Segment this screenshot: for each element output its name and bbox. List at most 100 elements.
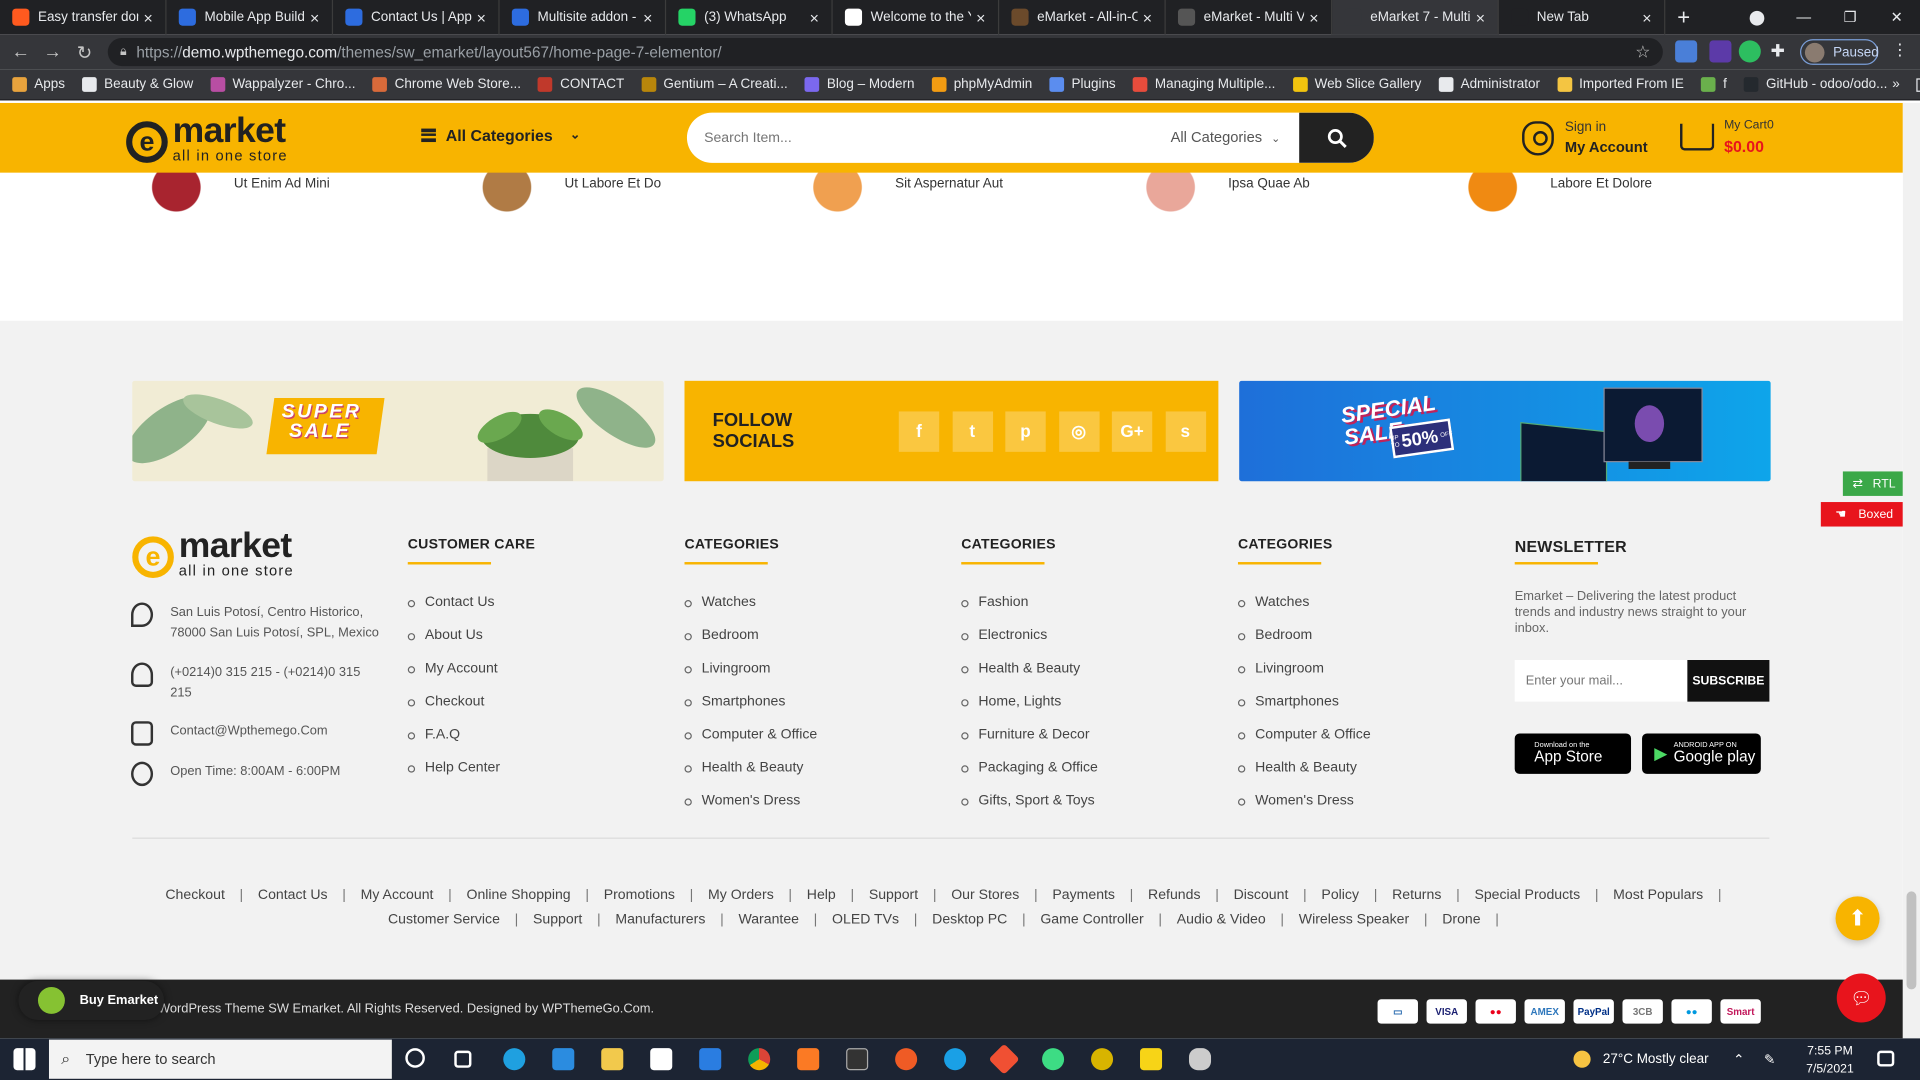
search-button[interactable] (1299, 112, 1374, 163)
taskbar-clock[interactable]: 7:55 PM 7/5/2021 (1806, 1043, 1854, 1079)
browser-tab[interactable]: Easy transfer doma× (0, 0, 167, 35)
footer-bottom-link[interactable]: Checkout (165, 888, 225, 903)
new-tab-button[interactable]: + (1665, 4, 1702, 30)
footer-bottom-link[interactable]: Desktop PC (932, 912, 1007, 927)
bookmarks-overflow-icon[interactable]: » (1892, 77, 1900, 92)
browser-tab[interactable]: Mobile App Builder× (167, 0, 334, 35)
profile-icon[interactable]: ⬤ (1734, 9, 1781, 26)
bookmark-item[interactable]: GitHub - odoo/odo... (1743, 77, 1887, 92)
footer-link[interactable]: Health & Beauty (1238, 760, 1371, 793)
footer-logo[interactable]: e market all in one store (132, 528, 294, 578)
search-category-select[interactable]: All Categories ⌄ (1171, 129, 1281, 146)
restore-button[interactable]: ❐ (1827, 9, 1874, 26)
footer-bottom-link[interactable]: Audio & Video (1177, 912, 1266, 927)
footer-link[interactable]: Livingroom (1238, 661, 1371, 694)
close-window-button[interactable]: ✕ (1873, 9, 1920, 26)
footer-link[interactable]: Livingroom (684, 661, 817, 694)
footer-link[interactable]: Packaging & Office (961, 760, 1098, 793)
footer-bottom-link[interactable]: Most Populars (1613, 888, 1703, 903)
account-link[interactable]: Sign in My Account (1522, 120, 1648, 156)
all-categories-menu[interactable]: All Categories ⌄ (421, 126, 580, 144)
newsletter-email-input[interactable] (1514, 660, 1688, 702)
footer-bottom-link[interactable]: Contact Us (258, 888, 328, 903)
boxed-toggle[interactable]: ☚ Boxed (1820, 502, 1903, 527)
filezilla-icon[interactable] (944, 1048, 967, 1071)
windows-start-icon[interactable] (13, 1048, 36, 1071)
footer-link[interactable]: Checkout (408, 694, 500, 727)
product-name[interactable]: Ut Enim Ad Mini (234, 176, 330, 191)
footer-bottom-link[interactable]: Promotions (604, 888, 675, 903)
footer-bottom-link[interactable]: Online Shopping (467, 888, 571, 903)
social-icon[interactable]: s (1165, 410, 1206, 452)
file-explorer-icon[interactable] (601, 1048, 624, 1071)
weather-text[interactable]: 27°C Mostly clear (1603, 1052, 1709, 1067)
tab-close-icon[interactable]: × (971, 8, 991, 26)
reload-icon[interactable]: ↻ (69, 41, 101, 63)
product-name[interactable]: Sit Aspernatur Aut (895, 176, 1003, 191)
menu-kebab-icon[interactable]: ⋮ (1892, 40, 1914, 62)
tab-close-icon[interactable]: × (138, 8, 158, 26)
footer-link[interactable]: Bedroom (1238, 628, 1371, 661)
footer-bottom-link[interactable]: OLED TVs (832, 912, 899, 927)
bookmark-item[interactable]: Wappalyzer - Chro... (210, 77, 355, 92)
bookmark-item[interactable]: Administrator (1438, 77, 1540, 92)
bookmark-item[interactable]: Plugins (1049, 77, 1116, 92)
profile-paused-button[interactable]: Paused (1800, 39, 1879, 65)
chrome-icon[interactable] (748, 1048, 771, 1071)
bookmark-item[interactable]: Imported From IE (1557, 77, 1684, 92)
footer-bottom-link[interactable]: Support (533, 912, 582, 927)
bookmark-item[interactable]: phpMyAdmin (931, 77, 1032, 92)
scrollbar-thumb[interactable] (1906, 891, 1917, 990)
browser-tab[interactable]: Multisite addon - A × (500, 0, 667, 35)
edge-icon[interactable] (503, 1048, 526, 1071)
footer-bottom-link[interactable]: Refunds (1148, 888, 1200, 903)
super-sale-banner[interactable]: SUPER SALE (132, 380, 664, 482)
footer-link[interactable]: Furniture & Decor (961, 727, 1098, 760)
social-icon[interactable]: ◎ (1058, 410, 1099, 452)
footer-link[interactable]: Help Center (408, 760, 500, 793)
bookmark-item[interactable]: Gentium – A Creati... (641, 77, 788, 92)
tab-close-icon[interactable]: × (1138, 8, 1158, 26)
tab-close-icon[interactable]: × (471, 8, 491, 26)
footer-bottom-link[interactable]: Our Stores (951, 888, 1019, 903)
footer-link[interactable]: Contact Us (408, 595, 500, 628)
rtl-toggle[interactable]: ⇄ RTL (1842, 471, 1903, 496)
footer-link[interactable]: Fashion (961, 595, 1098, 628)
social-icon[interactable]: t (952, 410, 993, 452)
footer-bottom-link[interactable]: Wireless Speaker (1299, 912, 1409, 927)
footer-bottom-link[interactable]: Drone (1442, 912, 1480, 927)
page-scrollbar[interactable] (1902, 102, 1920, 1039)
bookmark-item[interactable]: Managing Multiple... (1132, 77, 1275, 92)
tab-close-icon[interactable]: × (804, 8, 824, 26)
minimize-button[interactable]: — (1780, 9, 1827, 26)
extensions-puzzle-icon[interactable]: ✚ (1771, 40, 1793, 62)
tab-close-icon[interactable]: × (1637, 8, 1657, 26)
footer-bottom-link[interactable]: Manufacturers (615, 912, 705, 927)
subscribe-button[interactable]: SUBSCRIBE (1687, 660, 1770, 702)
footer-link[interactable]: Women's Dress (1238, 793, 1371, 826)
social-icon[interactable]: f (898, 410, 940, 452)
footer-link[interactable]: Computer & Office (1238, 727, 1371, 760)
bookmark-item[interactable]: Blog – Modern (804, 77, 915, 92)
special-sale-banner[interactable]: SPECIAL SALE UP TO 50% OFF (1239, 380, 1771, 482)
browser-tab[interactable]: eMarket 7 - Multi V× (1332, 0, 1499, 35)
footer-link[interactable]: Smartphones (684, 694, 817, 727)
back-to-top-button[interactable]: ⬆ (1835, 896, 1880, 941)
email-text[interactable]: Contact@Wpthemego.Com (170, 721, 327, 742)
footer-link[interactable]: Gifts, Sport & Toys (961, 793, 1098, 826)
footer-link[interactable]: My Account (408, 661, 500, 694)
social-icon[interactable]: G+ (1111, 410, 1153, 452)
search-input[interactable] (704, 112, 1145, 163)
footer-link[interactable]: Women's Dress (684, 793, 817, 826)
footer-bottom-link[interactable]: Help (807, 888, 836, 903)
extension-badge-icon[interactable] (1709, 40, 1732, 63)
terminal-icon[interactable] (846, 1048, 869, 1071)
cortana-icon[interactable] (405, 1048, 425, 1068)
footer-link[interactable]: Smartphones (1238, 694, 1371, 727)
footer-bottom-link[interactable]: Discount (1234, 888, 1289, 903)
vscode-icon[interactable] (552, 1048, 575, 1071)
bookmark-item[interactable]: Beauty & Glow (82, 77, 193, 92)
postman-icon[interactable] (895, 1048, 918, 1071)
footer-link[interactable]: Home, Lights (961, 694, 1098, 727)
bookmark-item[interactable]: Web Slice Gallery (1292, 77, 1421, 92)
